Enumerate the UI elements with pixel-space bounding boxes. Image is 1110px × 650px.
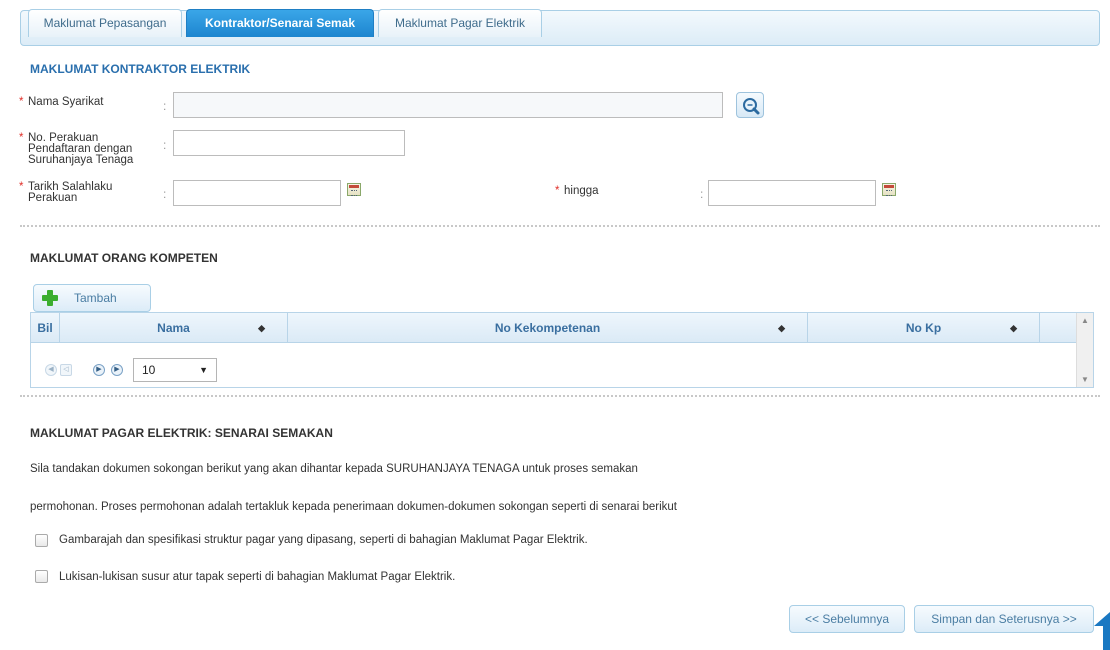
page-size-select[interactable]: 10 ▼ [133,358,217,382]
required-mark: * [19,181,24,193]
required-mark: * [19,96,24,108]
table-scrollbar[interactable]: ▲ ▼ [1076,313,1093,387]
column-label: No Kp [905,321,942,335]
checkbox-label: Lukisan-lukisan susur atur tapak seperti… [59,571,456,583]
last-page-icon[interactable]: ▶ [111,364,123,376]
first-page-icon[interactable]: ◀ [45,364,57,376]
column-header-no-kp[interactable]: No Kp ◆ [808,313,1040,343]
competent-table: Bil Nama ◆ No Kekompetenan ◆ No Kp ◆ ◀ ◁… [30,312,1094,388]
page-size-value: 10 [142,363,156,377]
tab-bar [20,10,1100,46]
competent-section-title: MAKLUMAT ORANG KOMPETEN [30,251,218,265]
hingga-label: hingga [564,185,599,197]
calendar-icon[interactable] [882,183,896,196]
checkbox-label: Gambarajah dan spesifikasi struktur paga… [59,534,588,546]
search-icon [743,98,760,115]
column-header-no-kekompetenan[interactable]: No Kekompetenan ◆ [288,313,808,343]
calendar-icon[interactable] [347,183,361,196]
sort-icon: ◆ [258,323,265,333]
instruction-paragraph-line1: Sila tandakan dokumen sokongan berikut y… [30,463,638,475]
tarikh-hingga-field[interactable] [708,180,876,206]
column-label: No Kekompetenan [494,321,601,335]
no-perakuan-field[interactable] [173,130,405,156]
column-header-bil[interactable]: Bil [31,313,60,343]
tab-maklumat-pagar-elektrik[interactable]: Maklumat Pagar Elektrik [378,9,542,37]
colon: : [163,138,167,152]
previous-button[interactable]: << Sebelumnya [789,605,905,633]
add-icon [42,290,58,306]
tambah-button[interactable]: Tambah [33,284,151,312]
checkbox-gambarajah[interactable] [35,534,48,547]
sort-icon: ◆ [778,323,785,333]
tab-maklumat-pepasangan[interactable]: Maklumat Pepasangan [28,9,182,37]
nama-syarikat-field[interactable] [173,92,723,118]
divider [20,395,1100,397]
tab-kontraktor-senarai-semak[interactable]: Kontraktor/Senarai Semak [186,9,374,37]
scroll-down-icon[interactable]: ▼ [1081,375,1089,384]
scroll-up-icon[interactable]: ▲ [1081,316,1089,325]
save-and-next-button[interactable]: Simpan dan Seterusnya >> [914,605,1094,633]
required-mark: * [555,185,560,197]
column-header-nama[interactable]: Nama ◆ [60,313,288,343]
table-header: Bil Nama ◆ No Kekompetenan ◆ No Kp ◆ [31,313,1077,343]
required-mark: * [19,132,24,144]
search-company-button[interactable] [736,92,764,118]
colon: : [163,99,167,113]
tarikh-label-line2: Perakuan [28,192,78,204]
contractor-section-title: MAKLUMAT KONTRAKTOR ELEKTRIK [30,62,251,76]
checkbox-lukisan[interactable] [35,570,48,583]
arrow-up-icon [1094,612,1110,650]
checklist-section-title: MAKLUMAT PAGAR ELEKTRIK: SENARAI SEMAKAN [30,426,333,440]
colon: : [163,187,167,201]
instruction-paragraph-line2: permohonan. Proses permohonan adalah ter… [30,501,677,513]
column-label: Nama [157,321,190,335]
colon: : [700,187,704,201]
tarikh-mula-field[interactable] [173,180,341,206]
divider [20,225,1100,227]
no-perakuan-label-line3: Suruhanjaya Tenaga [28,154,134,166]
nama-syarikat-label: Nama Syarikat [28,96,104,108]
sort-icon: ◆ [1010,323,1017,333]
chevron-down-icon: ▼ [199,365,208,375]
next-page-icon[interactable]: ▶ [93,364,105,376]
prev-page-icon[interactable]: ◁ [60,364,72,376]
column-label: Bil [37,321,53,335]
tambah-label: Tambah [74,291,117,305]
